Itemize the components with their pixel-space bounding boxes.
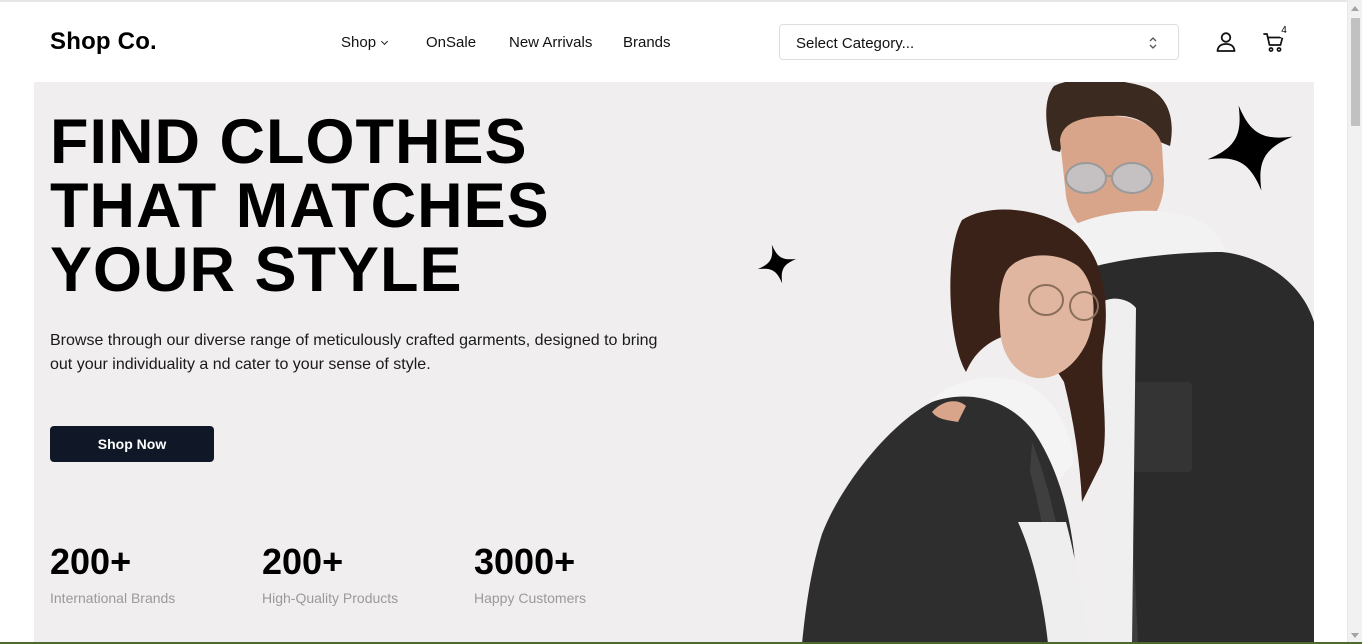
chevron-down-icon bbox=[381, 37, 389, 46]
stat-value: 200+ bbox=[50, 541, 132, 582]
stat-happy-customers: 3000+ Happy Customers bbox=[474, 541, 587, 607]
nav-shop-label: Shop bbox=[341, 34, 377, 51]
stat-label: High-Quality Products bbox=[262, 590, 399, 606]
cart-count-badge: 4 bbox=[1277, 24, 1291, 38]
select-arrows-icon bbox=[1149, 37, 1157, 49]
sparkle-large-icon bbox=[1207, 105, 1293, 191]
stat-value: 3000+ bbox=[474, 541, 576, 582]
headline-line-1: FIND CLOTHES bbox=[50, 107, 528, 177]
scroll-down-icon[interactable] bbox=[1351, 633, 1359, 638]
hero-description: Browse through our diverse range of meti… bbox=[50, 329, 670, 377]
hero-description-line-1: Browse through our diverse range of meti… bbox=[50, 332, 658, 349]
category-select[interactable]: Select Category... bbox=[779, 24, 1179, 60]
stat-label: Happy Customers bbox=[474, 590, 587, 606]
hero-description-line-2: out your individuality a nd cater to you… bbox=[50, 356, 431, 373]
hero-headline: FIND CLOTHES THAT MATCHES YOUR STYLE bbox=[50, 110, 550, 302]
sparkle-small-icon bbox=[757, 244, 797, 284]
stat-international-brands: 200+ International Brands bbox=[50, 541, 176, 607]
scroll-thumb[interactable] bbox=[1351, 18, 1360, 126]
nav-item-new-arrivals[interactable]: New Arrivals bbox=[509, 34, 592, 51]
headline-line-2: THAT MATCHES bbox=[50, 171, 550, 241]
page-scrollbar[interactable] bbox=[1347, 0, 1362, 644]
stat-value: 200+ bbox=[262, 541, 344, 582]
stat-high-quality-products: 200+ High-Quality Products bbox=[262, 541, 399, 607]
scroll-up-icon[interactable] bbox=[1351, 6, 1359, 11]
nav-item-shop[interactable]: Shop bbox=[341, 34, 389, 51]
user-icon[interactable] bbox=[1214, 30, 1238, 54]
shop-now-button[interactable]: Shop Now bbox=[50, 426, 214, 462]
site-logo[interactable]: Shop Co. bbox=[50, 28, 157, 56]
nav-item-brands[interactable]: Brands bbox=[623, 34, 671, 51]
headline-line-3: YOUR STYLE bbox=[50, 235, 463, 305]
hero-section: FIND CLOTHES THAT MATCHES YOUR STYLE Bro… bbox=[34, 82, 1314, 644]
stat-label: International Brands bbox=[50, 590, 176, 606]
top-border bbox=[0, 0, 1362, 2]
nav-item-onsale[interactable]: OnSale bbox=[426, 34, 476, 51]
category-select-value: Select Category... bbox=[796, 35, 915, 52]
